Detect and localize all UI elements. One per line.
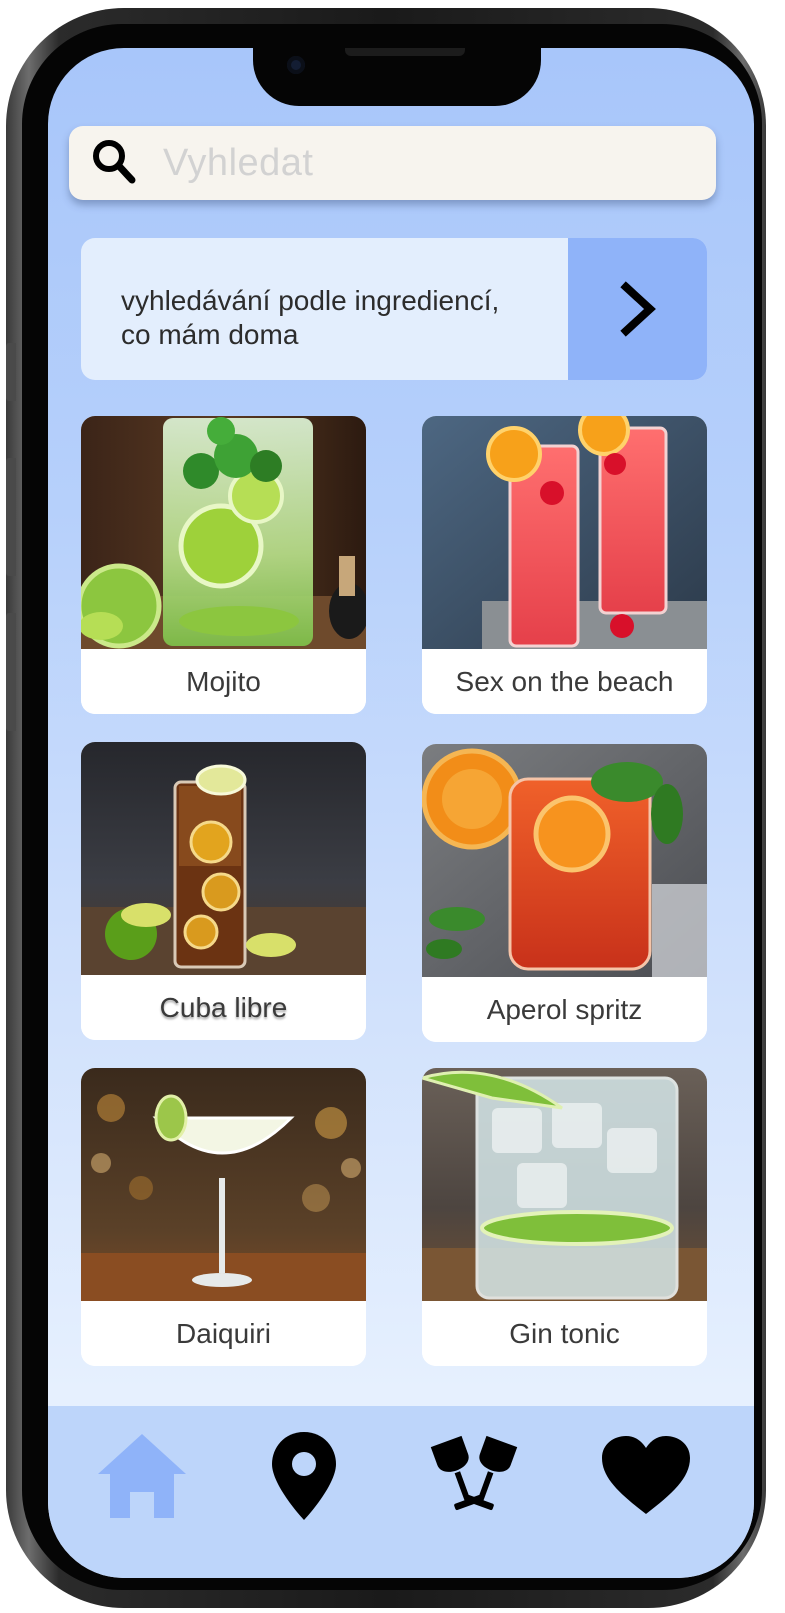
cocktail-name: Daiquiri bbox=[81, 1301, 366, 1366]
front-camera bbox=[287, 56, 305, 74]
app-screen: Vyhledat vyhledávání podle ingrediencí, … bbox=[48, 48, 754, 1578]
search-icon bbox=[93, 140, 136, 184]
chevron-right-icon bbox=[619, 281, 656, 337]
bottom-navigation bbox=[48, 1406, 754, 1578]
cheers-glasses-icon bbox=[430, 1435, 518, 1511]
cocktail-card-gin-tonic[interactable]: Gin tonic bbox=[422, 1068, 707, 1366]
home-icon bbox=[98, 1434, 186, 1518]
mute-switch bbox=[6, 343, 16, 401]
location-pin-icon bbox=[272, 1432, 336, 1520]
cocktail-name: Aperol spritz bbox=[422, 977, 707, 1042]
search-input[interactable]: Vyhledat bbox=[69, 126, 716, 200]
volume-down-button bbox=[6, 613, 16, 731]
cocktail-name: Mojito bbox=[81, 649, 366, 714]
ingredient-search-line-2: co mám doma bbox=[121, 319, 299, 350]
nav-map[interactable] bbox=[254, 1426, 354, 1526]
ingredient-search-line-1: vyhledávání podle ingrediencí, bbox=[121, 285, 500, 316]
notch bbox=[253, 48, 541, 106]
search-placeholder: Vyhledat bbox=[163, 141, 314, 184]
nav-home[interactable] bbox=[92, 1426, 192, 1526]
gin-tonic-photo bbox=[422, 1068, 707, 1301]
cocktail-name: Sex on the beach bbox=[422, 649, 707, 714]
ingredient-search-text: vyhledávání podle ingrediencí, co mám do… bbox=[81, 238, 568, 380]
heart-icon bbox=[602, 1436, 690, 1514]
cocktail-card-sex-on-the-beach[interactable]: Sex on the beach bbox=[422, 416, 707, 714]
ingredient-search-arrow-button[interactable] bbox=[568, 238, 707, 380]
nav-favorites[interactable] bbox=[596, 1426, 696, 1526]
nav-cocktails[interactable] bbox=[424, 1426, 524, 1526]
cuba-libre-photo bbox=[81, 742, 366, 975]
volume-up-button bbox=[6, 458, 16, 576]
speaker bbox=[345, 48, 465, 56]
aperol-spritz-photo bbox=[422, 744, 707, 977]
cocktail-name: Cuba libre bbox=[81, 975, 366, 1040]
cocktail-name: Gin tonic bbox=[422, 1301, 707, 1366]
cocktail-card-cuba-libre[interactable]: Cuba libre bbox=[81, 742, 366, 1040]
cocktail-card-aperol-spritz[interactable]: Aperol spritz bbox=[422, 744, 707, 1042]
daiquiri-photo bbox=[81, 1068, 366, 1301]
ingredient-search-banner[interactable]: vyhledávání podle ingrediencí, co mám do… bbox=[81, 238, 707, 380]
cocktail-card-daiquiri[interactable]: Daiquiri bbox=[81, 1068, 366, 1366]
mojito-photo bbox=[81, 416, 366, 649]
sex-on-the-beach-photo bbox=[422, 416, 707, 649]
cocktail-card-mojito[interactable]: Mojito bbox=[81, 416, 366, 714]
